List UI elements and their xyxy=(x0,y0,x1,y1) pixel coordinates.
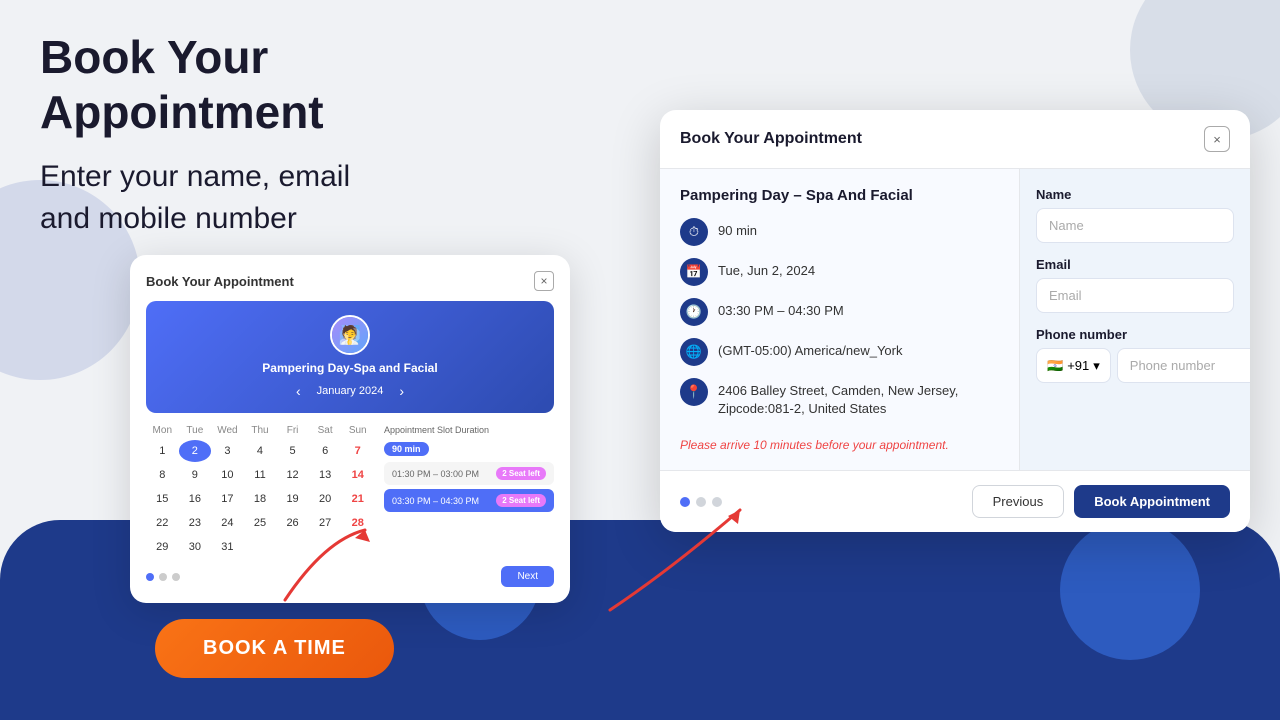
prev-month-button[interactable]: ‹ xyxy=(296,383,301,399)
widget-avatar: 🧖 xyxy=(330,315,370,355)
calendar-icon: 📅 xyxy=(680,258,708,286)
cal-day-19[interactable]: 19 xyxy=(276,488,309,510)
arrow-decoration-2 xyxy=(590,490,770,620)
widget-next-button[interactable]: Next xyxy=(501,566,554,587)
email-label: Email xyxy=(1036,257,1234,272)
phone-code: +91 xyxy=(1067,358,1089,373)
cal-day-21[interactable]: 21 xyxy=(341,488,374,510)
name-input[interactable] xyxy=(1036,208,1234,243)
name-label: Name xyxy=(1036,187,1234,202)
cal-day-7[interactable]: 7 xyxy=(341,440,374,462)
cal-day-22[interactable]: 22 xyxy=(146,512,179,534)
slot-time-1: 01:30 PM – 03:00 PM xyxy=(392,469,479,479)
email-input[interactable] xyxy=(1036,278,1234,313)
phone-row: 🇮🇳 +91 ▾ xyxy=(1036,348,1234,383)
widget-close-button[interactable]: × xyxy=(534,271,554,291)
info-duration: 90 min xyxy=(718,218,757,240)
cal-day-11[interactable]: 11 xyxy=(244,464,277,486)
cal-day-14[interactable]: 14 xyxy=(341,464,374,486)
cal-day-15[interactable]: 15 xyxy=(146,488,179,510)
modal-service-name: Pampering Day – Spa And Facial xyxy=(680,187,999,204)
widget-service-banner: 🧖 Pampering Day-Spa and Facial ‹ January… xyxy=(146,301,554,413)
modal-form-panel: Name Email Phone number 🇮🇳 +91 ▾ xyxy=(1020,169,1250,470)
cal-day-4[interactable]: 4 xyxy=(244,440,277,462)
globe-icon: 🌐 xyxy=(680,338,708,366)
cal-day-12[interactable]: 12 xyxy=(276,464,309,486)
info-timezone: (GMT-05:00) America/new_York xyxy=(718,338,902,360)
modal-header: Book Your Appointment × xyxy=(660,110,1250,169)
widget-month-label: January 2024 xyxy=(317,385,384,397)
slot-label: Appointment Slot Duration xyxy=(384,425,554,435)
info-time: 03:30 PM – 04:30 PM xyxy=(718,298,844,320)
cal-day-9[interactable]: 9 xyxy=(179,464,212,486)
info-row-duration: ⏱ 90 min xyxy=(680,218,999,246)
main-modal: Book Your Appointment × Pampering Day – … xyxy=(660,110,1250,532)
previous-button[interactable]: Previous xyxy=(972,485,1065,518)
arrow-decoration-1 xyxy=(265,520,385,620)
cal-day-17[interactable]: 17 xyxy=(211,488,244,510)
info-address: 2406 Balley Street, Camden, New Jersey, … xyxy=(718,378,999,418)
phone-flag-selector[interactable]: 🇮🇳 +91 ▾ xyxy=(1036,348,1111,383)
widget-service-name: Pampering Day-Spa and Facial xyxy=(162,361,538,375)
cal-day-10[interactable]: 10 xyxy=(211,464,244,486)
bg-circle-bottom-right xyxy=(1060,520,1200,660)
slot-row-1[interactable]: 01:30 PM – 03:00 PM 2 Seat left xyxy=(384,462,554,485)
calendar-day-headers: Mon Tue Wed Thu Fri Sat Sun xyxy=(146,425,374,436)
modal-body: Pampering Day – Spa And Facial ⏱ 90 min … xyxy=(660,169,1250,470)
book-appointment-button[interactable]: Book Appointment xyxy=(1074,485,1230,518)
dropdown-icon: ▾ xyxy=(1093,358,1100,374)
widget-dot-3 xyxy=(172,573,180,581)
cal-day-3[interactable]: 3 xyxy=(211,440,244,462)
page-title: Book Your Appointment xyxy=(40,30,540,140)
time-icon: 🕐 xyxy=(680,298,708,326)
slot-duration-badge: 90 min xyxy=(384,442,429,456)
slot-badge-2: 2 Seat left xyxy=(496,494,546,507)
cal-day-2[interactable]: 2 xyxy=(179,440,212,462)
cal-day-30[interactable]: 30 xyxy=(179,536,212,558)
slot-time-2: 03:30 PM – 04:30 PM xyxy=(392,496,479,506)
cal-day-24[interactable]: 24 xyxy=(211,512,244,534)
info-row-timezone: 🌐 (GMT-05:00) America/new_York xyxy=(680,338,999,366)
left-content: Book Your Appointment Enter your name, e… xyxy=(40,30,540,280)
avatar-image: 🧖 xyxy=(332,317,368,353)
widget-title: Book Your Appointment xyxy=(146,274,294,289)
widget-header: Book Your Appointment × xyxy=(146,271,554,291)
modal-footer-buttons: Previous Book Appointment xyxy=(972,485,1230,518)
cal-day-29[interactable]: 29 xyxy=(146,536,179,558)
cal-day-1[interactable]: 1 xyxy=(146,440,179,462)
cal-day-13[interactable]: 13 xyxy=(309,464,342,486)
info-row-address: 📍 2406 Balley Street, Camden, New Jersey… xyxy=(680,378,999,418)
cal-day-6[interactable]: 6 xyxy=(309,440,342,462)
slot-row-2[interactable]: 03:30 PM – 04:30 PM 2 Seat left xyxy=(384,489,554,512)
info-date: Tue, Jun 2, 2024 xyxy=(718,258,815,280)
modal-info-panel: Pampering Day – Spa And Facial ⏱ 90 min … xyxy=(660,169,1020,470)
info-row-date: 📅 Tue, Jun 2, 2024 xyxy=(680,258,999,286)
flag-emoji: 🇮🇳 xyxy=(1047,358,1063,374)
location-icon: 📍 xyxy=(680,378,708,406)
slot-section: Appointment Slot Duration 90 min 01:30 P… xyxy=(384,425,554,558)
cal-day-31[interactable]: 31 xyxy=(211,536,244,558)
modal-close-button[interactable]: × xyxy=(1204,126,1230,152)
cal-day-16[interactable]: 16 xyxy=(179,488,212,510)
cal-day-23[interactable]: 23 xyxy=(179,512,212,534)
widget-dot-2 xyxy=(159,573,167,581)
widget-month-nav: ‹ January 2024 › xyxy=(162,383,538,399)
next-month-button[interactable]: › xyxy=(399,383,404,399)
cal-day-5[interactable]: 5 xyxy=(276,440,309,462)
widget-dot-1 xyxy=(146,573,154,581)
cal-day-18[interactable]: 18 xyxy=(244,488,277,510)
slot-badge-1: 2 Seat left xyxy=(496,467,546,480)
widget-dots xyxy=(146,573,180,581)
book-time-button[interactable]: BOOK A TIME xyxy=(155,619,394,678)
phone-label: Phone number xyxy=(1036,327,1234,342)
cal-day-8[interactable]: 8 xyxy=(146,464,179,486)
modal-title: Book Your Appointment xyxy=(680,130,862,148)
phone-input[interactable] xyxy=(1117,348,1250,383)
clock-icon: ⏱ xyxy=(680,218,708,246)
info-row-time: 🕐 03:30 PM – 04:30 PM xyxy=(680,298,999,326)
modal-notice: Please arrive 10 minutes before your app… xyxy=(680,438,999,452)
page-subtitle: Enter your name, emailand mobile number xyxy=(40,156,540,240)
cal-day-20[interactable]: 20 xyxy=(309,488,342,510)
